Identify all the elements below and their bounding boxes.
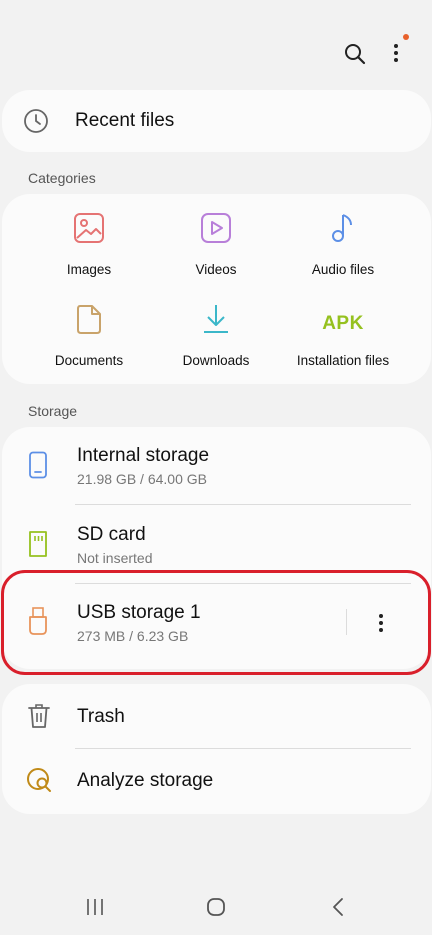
category-label: Videos — [195, 262, 237, 277]
recents-button[interactable] — [80, 893, 110, 921]
documents-icon — [77, 305, 101, 334]
category-label: Downloads — [182, 353, 250, 368]
notification-dot — [403, 34, 409, 40]
sd-card-icon — [29, 531, 47, 557]
home-button[interactable] — [201, 893, 231, 921]
categories-card: Images Videos Audio files Documents Down… — [2, 194, 431, 384]
tool-title: Trash — [77, 706, 125, 727]
back-button[interactable] — [324, 893, 352, 921]
storage-status: Not inserted — [77, 550, 153, 566]
category-installation-files[interactable]: APK Installation files — [273, 299, 413, 368]
analyze-storage-icon — [27, 768, 51, 792]
category-videos[interactable]: Videos — [146, 208, 286, 277]
trash-icon — [28, 704, 50, 728]
category-label: Audio files — [311, 262, 375, 277]
category-images[interactable]: Images — [19, 208, 159, 277]
recent-files-label: Recent files — [75, 110, 175, 131]
storage-title: SD card — [77, 524, 146, 545]
apk-icon: APK — [322, 313, 364, 334]
tool-title: Analyze storage — [77, 770, 214, 791]
categories-heading: Categories — [28, 170, 96, 186]
downloads-icon — [204, 305, 228, 333]
category-audio-files[interactable]: Audio files — [273, 208, 413, 277]
recents-icon — [87, 899, 103, 915]
videos-icon — [201, 213, 231, 243]
search-button[interactable] — [340, 40, 370, 68]
category-label: Installation files — [296, 353, 390, 368]
storage-usage: 21.98 GB / 64.00 GB — [77, 471, 207, 487]
tools-card: Trash Analyze storage — [2, 684, 431, 814]
trash-row[interactable]: Trash — [2, 684, 431, 748]
clock-icon — [24, 109, 48, 133]
images-icon — [74, 213, 104, 243]
category-downloads[interactable]: Downloads — [146, 299, 286, 368]
storage-heading: Storage — [28, 403, 78, 419]
storage-title: Internal storage — [77, 445, 210, 466]
recent-files-card[interactable]: Recent files — [2, 90, 431, 152]
category-label: Images — [66, 262, 112, 277]
analyze-storage-row[interactable]: Analyze storage — [2, 749, 431, 813]
highlight-box — [1, 570, 431, 675]
more-options-button[interactable] — [384, 38, 408, 68]
phone-icon — [29, 451, 47, 479]
internal-storage-row[interactable]: Internal storage 21.98 GB / 64.00 GB — [2, 427, 431, 505]
audio-icon — [332, 214, 352, 242]
home-icon — [207, 898, 225, 916]
back-icon — [333, 898, 343, 916]
search-icon — [345, 44, 366, 65]
category-label: Documents — [54, 353, 124, 368]
more-vert-icon — [394, 44, 398, 62]
category-documents[interactable]: Documents — [19, 299, 159, 368]
